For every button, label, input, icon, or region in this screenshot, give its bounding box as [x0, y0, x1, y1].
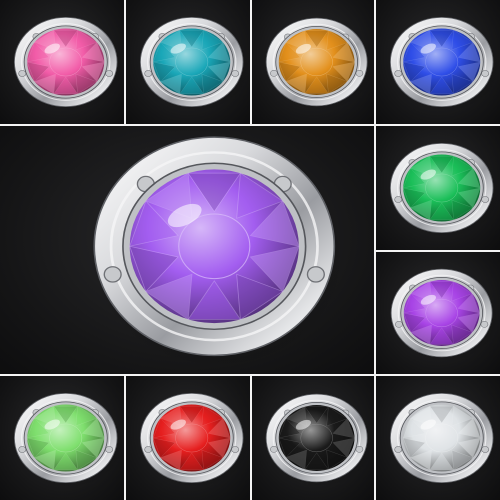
light-green-gem-hook-illustration — [13, 392, 124, 488]
hinge-pin — [481, 196, 490, 203]
hinge-pin — [18, 446, 27, 453]
hinge-pin — [270, 445, 278, 453]
purse-hook — [265, 17, 374, 112]
hinge-pin — [306, 266, 325, 283]
tile-pink-gem-hook — [0, 0, 124, 124]
hinge-pin — [144, 70, 153, 77]
hinge-pin — [394, 70, 403, 77]
purse-hook — [92, 136, 345, 369]
hinge-pin — [395, 320, 403, 328]
product-photo-grid — [0, 0, 500, 500]
violet-large-gem-hook-illustration — [92, 136, 345, 369]
green-gem-hook-illustration — [389, 142, 500, 238]
tile-red-gem-hook — [126, 376, 250, 500]
purse-hook — [13, 392, 124, 488]
teal-gem-hook-illustration — [139, 16, 250, 112]
hinge-pin — [231, 446, 240, 453]
hinge-pin — [394, 196, 403, 203]
purse-hook — [139, 392, 250, 488]
tile-blue-gem-hook — [376, 0, 500, 124]
hinge-pin — [270, 69, 278, 77]
hinge-pin — [481, 70, 490, 77]
hinge-pin — [231, 70, 240, 77]
tile-amber-gem-hook — [252, 0, 374, 124]
tile-teal-gem-hook — [126, 0, 250, 124]
tile-violet-gem-hook — [376, 252, 500, 374]
hinge-pin — [105, 70, 114, 77]
tile-green-gem-hook — [376, 126, 500, 250]
purse-hook — [389, 142, 500, 238]
hinge-pin — [18, 70, 27, 77]
violet-gem-hook-illustration — [390, 268, 499, 363]
clear-gem-hook-illustration — [389, 392, 500, 488]
purse-hook — [265, 393, 374, 488]
purse-hook — [389, 392, 500, 488]
tile-black-gem-hook — [252, 376, 374, 500]
pink-gem-hook-illustration — [13, 16, 124, 112]
hinge-pin — [355, 69, 364, 77]
tile-light-green-gem-hook — [0, 376, 124, 500]
hinge-pin — [481, 446, 490, 453]
hinge-pin — [144, 446, 153, 453]
hinge-pin — [103, 266, 122, 283]
blue-gem-hook-illustration — [389, 16, 500, 112]
red-gem-hook-illustration — [139, 392, 250, 488]
purse-hook — [390, 268, 499, 363]
hinge-pin — [355, 445, 364, 453]
amber-gem-hook-illustration — [265, 17, 374, 112]
black-gem-hook-illustration — [265, 393, 374, 488]
hinge-pin — [105, 446, 114, 453]
tile-violet-gem-hook-large — [0, 126, 374, 374]
purse-hook — [389, 16, 500, 112]
tile-clear-gem-hook — [376, 376, 500, 500]
hinge-pin — [394, 446, 403, 453]
hinge-pin — [480, 320, 489, 328]
purse-hook — [139, 16, 250, 112]
purse-hook — [13, 16, 124, 112]
